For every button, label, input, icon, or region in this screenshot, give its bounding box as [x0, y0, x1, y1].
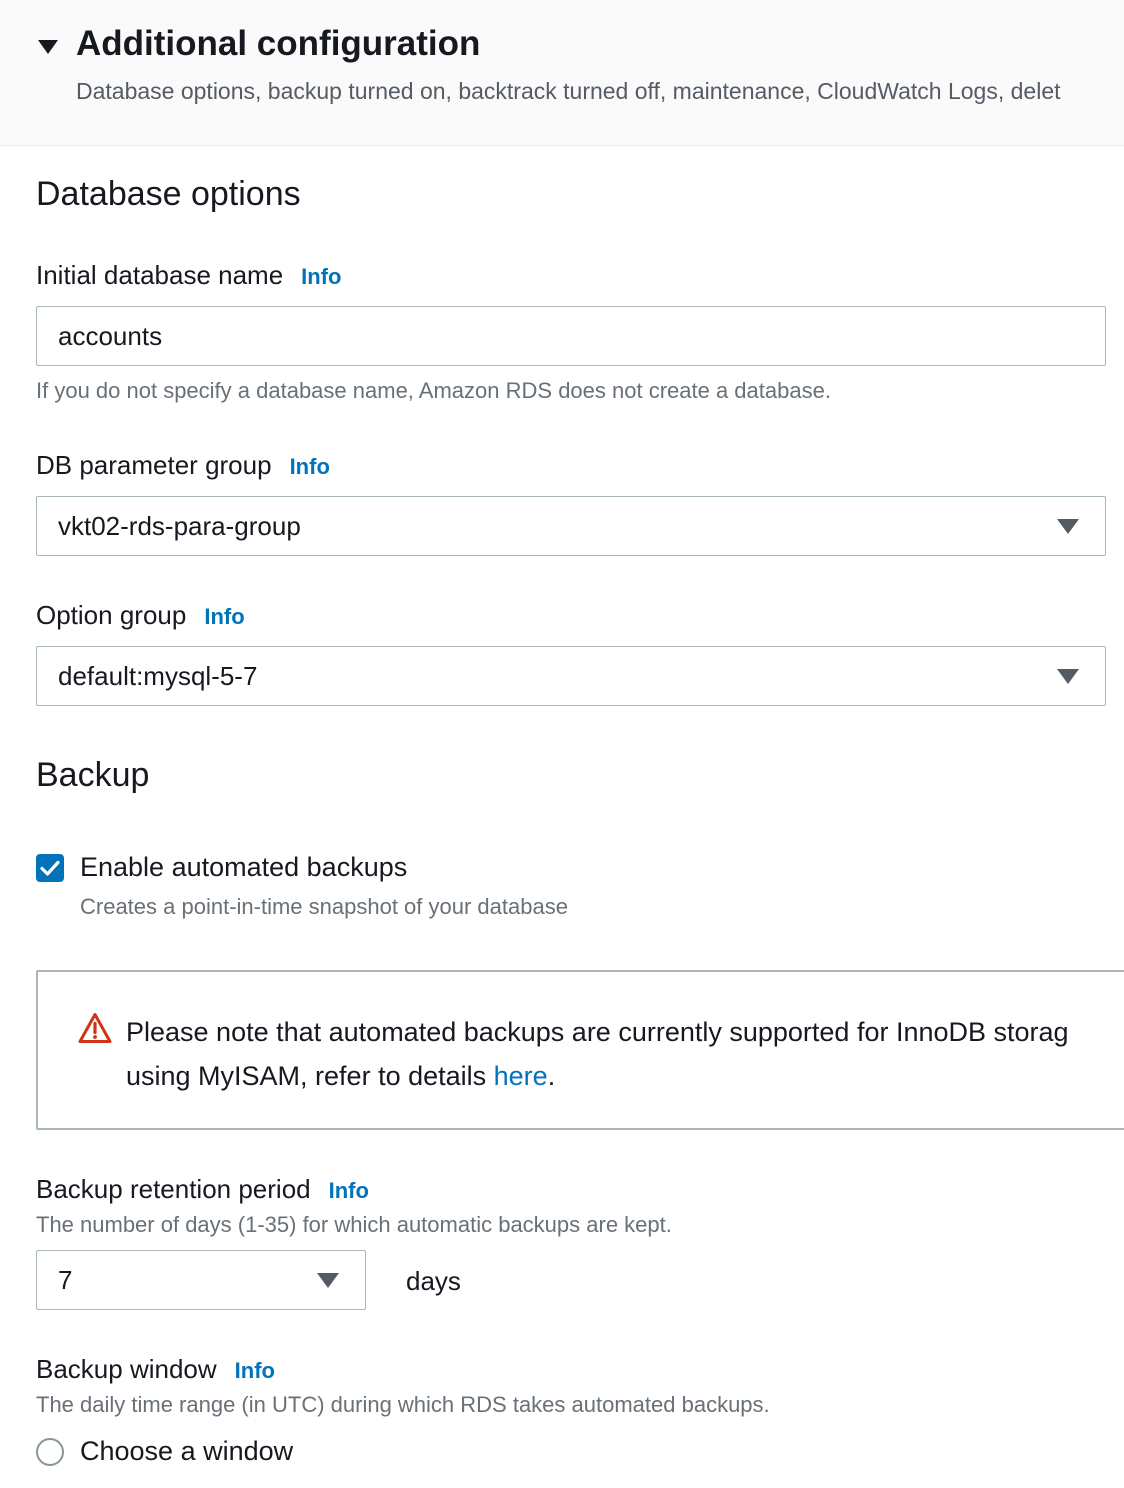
- dropdown-arrow-icon: [1057, 669, 1079, 684]
- db-parameter-group-label: DB parameter group Info: [36, 450, 330, 481]
- caret-down-icon[interactable]: [38, 40, 58, 54]
- enable-automated-backups-checkbox[interactable]: [36, 854, 64, 882]
- dropdown-arrow-icon: [1057, 519, 1079, 534]
- alert-line-2-suffix: .: [547, 1061, 556, 1091]
- option-group-value: default:mysql-5-7: [58, 661, 258, 691]
- option-group-select[interactable]: default:mysql-5-7: [36, 646, 1106, 706]
- backup-retention-select[interactable]: 7: [36, 1250, 366, 1310]
- alert-line-2: using MyISAM, refer to details here.: [126, 1054, 1069, 1098]
- dropdown-arrow-icon: [317, 1273, 339, 1288]
- backup-window-info-link[interactable]: Info: [235, 1358, 275, 1383]
- details-here-link[interactable]: here: [494, 1061, 548, 1091]
- backup-heading: Backup: [36, 756, 150, 794]
- backup-retention-label-text: Backup retention period: [36, 1174, 311, 1204]
- db-parameter-group-select[interactable]: vkt02-rds-para-group: [36, 496, 1106, 556]
- choose-window-radio[interactable]: [36, 1438, 64, 1466]
- database-options-heading: Database options: [36, 175, 301, 213]
- backup-window-label-text: Backup window: [36, 1354, 217, 1384]
- initial-db-name-hint: If you do not specify a database name, A…: [36, 378, 831, 403]
- alert-message: Please note that automated backups are c…: [126, 1010, 1069, 1098]
- initial-db-name-input[interactable]: accounts: [36, 306, 1106, 366]
- backup-retention-label: Backup retention period Info: [36, 1174, 369, 1205]
- enable-automated-backups-label[interactable]: Enable automated backups: [80, 852, 407, 883]
- alert-line-1: Please note that automated backups are c…: [126, 1017, 1069, 1047]
- initial-db-name-label-text: Initial database name: [36, 260, 284, 290]
- option-group-label: Option group Info: [36, 600, 245, 631]
- section-title: Additional configuration: [76, 24, 481, 63]
- choose-window-label[interactable]: Choose a window: [80, 1436, 293, 1467]
- initial-db-name-label: Initial database name Info: [36, 260, 342, 291]
- option-group-info-link[interactable]: Info: [204, 604, 244, 629]
- backup-window-label: Backup window Info: [36, 1354, 275, 1385]
- additional-configuration-header[interactable]: Additional configuration Database option…: [0, 0, 1124, 146]
- db-parameter-group-value: vkt02-rds-para-group: [58, 511, 301, 541]
- db-parameter-group-label-text: DB parameter group: [36, 450, 272, 480]
- backup-retention-hint: The number of days (1-35) for which auto…: [36, 1212, 672, 1237]
- innodb-warning-alert: Please note that automated backups are c…: [36, 970, 1124, 1130]
- db-parameter-group-info-link[interactable]: Info: [290, 454, 330, 479]
- enable-automated-backups-description: Creates a point-in-time snapshot of your…: [80, 894, 568, 919]
- initial-db-name-info-link[interactable]: Info: [301, 264, 341, 289]
- warning-icon: [78, 1013, 112, 1043]
- checkmark-icon: [40, 860, 60, 876]
- alert-line-2-prefix: using MyISAM, refer to details: [126, 1061, 494, 1091]
- section-description: Database options, backup turned on, back…: [76, 78, 1061, 104]
- backup-retention-unit: days: [406, 1266, 461, 1296]
- backup-window-hint: The daily time range (in UTC) during whi…: [36, 1392, 770, 1417]
- backup-retention-value: 7: [58, 1265, 73, 1295]
- backup-retention-info-link[interactable]: Info: [329, 1178, 369, 1203]
- option-group-label-text: Option group: [36, 600, 187, 630]
